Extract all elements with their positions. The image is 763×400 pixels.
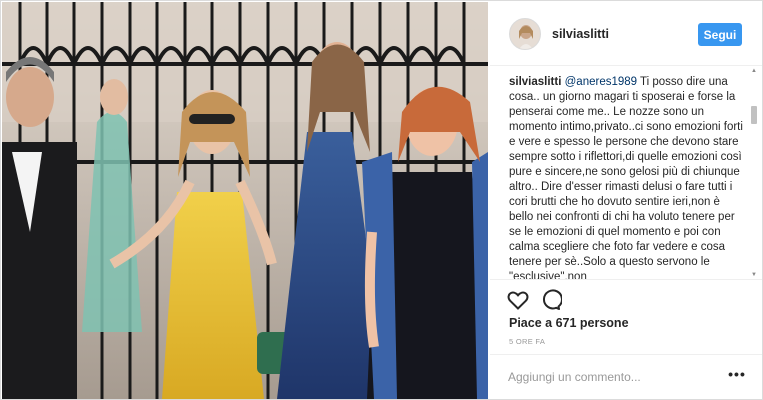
- add-comment-bar: •••: [490, 354, 762, 399]
- heart-icon[interactable]: [506, 288, 530, 312]
- post-photo[interactable]: [2, 2, 488, 399]
- caption-text: Ti posso dire una cosa.. un giorno magar…: [509, 76, 743, 279]
- scroll-up-arrow-icon[interactable]: ▲: [750, 67, 758, 75]
- likes-count[interactable]: Piace a 671 persone: [509, 316, 629, 330]
- comment-input[interactable]: [508, 368, 708, 386]
- post-actions: Piace a 671 persone 5 ORE FA: [490, 279, 762, 359]
- more-options-icon[interactable]: •••: [728, 367, 746, 385]
- avatar-image: [510, 19, 540, 49]
- username-link[interactable]: silviaslitti: [552, 27, 609, 41]
- follow-button[interactable]: Segui: [698, 23, 742, 46]
- caption-mention[interactable]: @aneres1989: [565, 76, 637, 88]
- avatar[interactable]: [509, 18, 541, 50]
- comment-icon[interactable]: [538, 288, 563, 312]
- caption-author[interactable]: silviaslitti: [509, 76, 561, 88]
- scroll-thumb[interactable]: [751, 106, 757, 124]
- post-header: silviaslitti Segui: [490, 2, 762, 66]
- caption: silviaslitti @aneres1989 Ti posso dire u…: [509, 75, 747, 279]
- comments-scrollbar[interactable]: ▲ ▼: [750, 67, 758, 279]
- comments-section: silviaslitti @aneres1989 Ti posso dire u…: [490, 67, 762, 279]
- wedding-guests-image: [2, 2, 488, 399]
- instagram-post: silviaslitti Segui silviaslitti @aneres1…: [0, 0, 763, 400]
- scroll-down-arrow-icon[interactable]: ▼: [750, 271, 758, 279]
- post-timestamp[interactable]: 5 ORE FA: [509, 337, 545, 346]
- post-sidebar: silviaslitti Segui silviaslitti @aneres1…: [490, 2, 762, 399]
